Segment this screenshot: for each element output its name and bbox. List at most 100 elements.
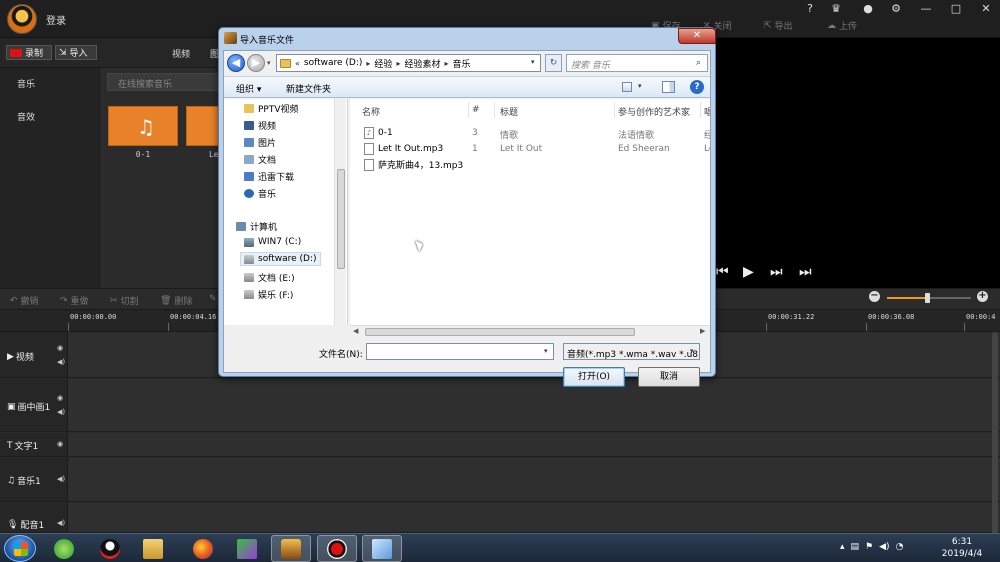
timeline-scrollbar[interactable] [992,332,998,537]
column-divider[interactable] [614,102,615,118]
breadcrumb-item[interactable]: 经验素材 [404,57,440,70]
taskbar-app-browser[interactable] [44,535,84,562]
chevron-right-icon[interactable]: ▸ [396,59,400,68]
nav-item-thunder-downloads[interactable]: 迅雷下载 [244,170,294,183]
library-search-input[interactable]: 在线搜索音乐 [107,73,227,91]
scroll-left-icon[interactable]: ◀ [353,327,358,335]
column-divider[interactable] [700,102,701,118]
filename-input[interactable] [366,343,554,360]
refresh-button[interactable]: ↻ [545,54,562,72]
eye-icon[interactable]: ◉ [57,440,63,448]
dialog-title-bar[interactable]: 导入音乐文件 ✕ [219,28,716,48]
breadcrumb-overflow[interactable]: « [295,59,300,68]
nav-item-drive-c[interactable]: WIN7 (C:) [244,237,301,247]
nav-item-music[interactable]: 音乐 [17,77,35,90]
nav-item-videos[interactable]: 视频 [244,119,276,132]
start-button[interactable] [4,535,36,562]
wifi-icon[interactable]: ◔ [896,542,904,552]
import-button[interactable]: ⇲ 导入 [55,45,97,60]
chevron-right-icon[interactable]: ▸ [444,59,448,68]
upload-button[interactable]: ☁ 上传 [827,19,857,33]
nav-item-computer[interactable]: 计算机 [236,220,277,233]
filename-dropdown-icon[interactable]: ▾ [544,347,548,355]
horizontal-scrollbar-thumb[interactable] [365,328,635,336]
track-text[interactable]: T 文字1 ◉ [0,433,1000,457]
export-button[interactable]: ⇱ 导出 [764,19,793,33]
undo-button[interactable]: ↶ 撤销 [10,294,39,308]
speaker-icon[interactable]: ◀) [57,475,65,483]
nav-scrollbar-thumb[interactable] [337,169,345,269]
taskbar-app-player[interactable] [227,535,267,562]
taskbar-app-qq[interactable] [90,535,130,562]
speaker-icon[interactable]: ◀) [879,542,889,552]
taskbar-app-firefox[interactable] [183,535,223,562]
speaker-icon[interactable]: ◀) [57,358,65,366]
nav-item-sound-effects[interactable]: 音效 [17,110,35,123]
taskbar-app-explorer[interactable] [133,535,173,562]
organize-button[interactable]: 组织 ▾ [236,82,261,95]
column-header-album[interactable]: 唱 [704,105,710,118]
track-music[interactable]: ♫ 音乐1 ◀) [0,458,1000,502]
track-voiceover[interactable]: 🎙 配音1 ◀) [0,503,1000,533]
speaker-icon[interactable]: ◀) [57,408,65,416]
taskbar-app-notes[interactable] [362,535,402,562]
file-row-name[interactable]: 萨克斯曲4，13.mp3 [364,158,463,171]
open-button[interactable]: 打开(O) [563,367,625,387]
file-row-name[interactable]: Let It Out.mp3 [364,143,443,155]
column-header-name[interactable]: 名称 [362,105,380,118]
skip-end-icon[interactable]: ⏭ [799,264,812,280]
nav-item-pictures[interactable]: 图片 [244,136,276,149]
login-link[interactable]: 登录 [46,12,66,27]
nav-item-drive-e[interactable]: 文档 (E:) [244,271,295,284]
filter-dropdown-icon[interactable]: ▾ [690,347,694,355]
minimize-button[interactable]: — [916,2,936,15]
column-divider[interactable] [468,102,469,118]
recent-locations-dropdown[interactable]: ▾ [267,59,271,67]
column-header-title[interactable]: 标题 [500,105,518,118]
delete-button[interactable]: 🗑 删除 [160,294,192,308]
address-bar[interactable]: « software (D:) ▸ 经验 ▸ 经验素材 ▸ 音乐 ▾ [276,54,541,72]
eye-icon[interactable]: ◉ [57,394,63,402]
breadcrumb-item[interactable]: software (D:) [304,58,363,68]
zoom-in-button[interactable]: + [977,291,988,302]
app-logo-icon[interactable] [7,4,37,34]
tray-arrow-icon[interactable]: ▴ [840,542,845,552]
scroll-right-icon[interactable]: ▶ [700,327,705,335]
nav-item-pptv[interactable]: PPTV视频 [244,102,299,115]
media-card-0-1[interactable]: ♫ [108,106,178,146]
nav-item-drive-d[interactable]: software (D:) [240,252,321,266]
taskbar-app-recorder[interactable] [317,535,357,562]
nav-item-music[interactable]: 音乐 [244,187,276,200]
file-type-filter[interactable]: 音频(*.mp3 *.wma *.wav *.u8 [563,343,700,360]
horizontal-scrollbar[interactable]: ◀ ▶ [350,325,710,337]
back-button[interactable]: ◀ [227,54,245,72]
gear-icon[interactable]: ⚙ [886,2,906,15]
file-row-name[interactable]: ♪ 0-1 [364,127,393,139]
play-icon[interactable]: ▶ [743,264,754,280]
crown-icon[interactable]: ♛ [826,2,846,15]
track-pip[interactable]: ▣ 画中画1 ◉ ◀) [0,379,1000,432]
record-button[interactable]: 录制 [6,45,52,60]
column-header-number[interactable]: # [472,105,480,115]
prev-frame-icon[interactable]: ⏮ [716,264,729,280]
nav-item-drive-f[interactable]: 娱乐 (F:) [244,288,293,301]
maximize-button[interactable]: □ [946,2,966,15]
tab-video[interactable]: 视频 [172,47,190,60]
preview-pane-icon[interactable] [662,81,675,93]
new-folder-button[interactable]: 新建文件夹 [286,82,331,95]
zoom-out-button[interactable]: − [869,291,880,302]
zoom-slider-thumb[interactable] [925,293,931,303]
column-divider[interactable] [494,102,495,118]
close-window-button[interactable]: ✕ [976,2,996,15]
redo-button[interactable]: ↷ 重做 [60,294,89,308]
view-dropdown-icon[interactable]: ▾ [638,82,642,90]
eye-icon[interactable]: ◉ [57,344,63,352]
view-options-icon[interactable] [622,82,632,92]
taskbar-clock[interactable]: 6:31 2019/4/4 [936,536,988,560]
taskbar-app-video-editor[interactable] [271,535,311,562]
help-icon[interactable]: ? [690,80,704,94]
search-icon[interactable]: ⌕ [696,58,701,68]
zoom-slider[interactable] [887,293,971,303]
speaker-icon[interactable]: ◀) [57,519,65,527]
edit-icon[interactable]: ✎ [209,294,217,304]
